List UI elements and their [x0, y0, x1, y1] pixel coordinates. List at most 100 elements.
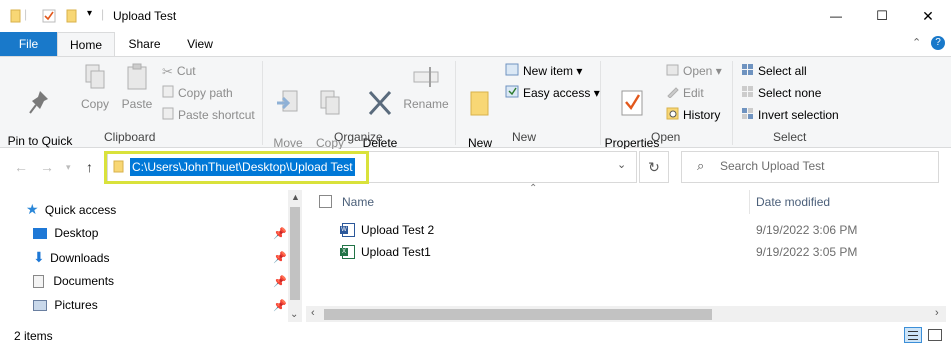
- nav-item-desktop[interactable]: Desktop: [33, 223, 98, 243]
- tab-share[interactable]: Share: [117, 32, 172, 56]
- paste-button[interactable]: Paste: [118, 63, 156, 111]
- file-row[interactable]: X Upload Test1 9/19/2022 3:05 PM: [340, 242, 940, 262]
- new-item-icon: [505, 62, 519, 82]
- copy-button[interactable]: Copy: [78, 63, 112, 111]
- file-list-scroll-thumb[interactable]: [324, 309, 712, 320]
- new-group-label: New: [512, 130, 537, 144]
- large-icons-view-icon[interactable]: [928, 329, 942, 341]
- documents-icon: [33, 275, 44, 289]
- minimize-button[interactable]: —: [813, 0, 859, 32]
- select-all-button[interactable]: Select all: [741, 61, 807, 81]
- new-folder-icon: [461, 76, 499, 120]
- column-divider[interactable]: [749, 190, 750, 214]
- copy-to-button[interactable]: Copy to ▾: [312, 63, 348, 163]
- tab-view[interactable]: View: [175, 32, 225, 56]
- properties-icon: [604, 76, 660, 120]
- file-date: 9/19/2022 3:05 PM: [756, 245, 858, 259]
- close-icon: ✕: [922, 7, 934, 24]
- invert-selection-icon: [741, 106, 754, 126]
- group-divider: [455, 61, 456, 145]
- file-row[interactable]: W Upload Test 2 9/19/2022 3:06 PM: [340, 220, 940, 240]
- select-all-icon: [741, 62, 754, 82]
- select-group-label: Select: [773, 130, 807, 144]
- nav-item-pictures[interactable]: Pictures: [33, 295, 98, 315]
- copy-icon: [78, 63, 112, 94]
- rename-icon: [403, 63, 449, 94]
- pin-icon[interactable]: 📌: [273, 299, 287, 312]
- word-doc-icon: W: [340, 223, 355, 237]
- maximize-icon: ☐: [876, 8, 888, 23]
- select-all-checkbox[interactable]: [319, 195, 332, 208]
- sort-up-icon: ⌃: [529, 183, 538, 194]
- collapse-ribbon-icon[interactable]: ⌃: [912, 36, 921, 49]
- ribbon-tabs: File Home Share View ⌃ ?: [0, 32, 951, 57]
- nav-item-documents[interactable]: Documents: [33, 271, 114, 291]
- paste-shortcut-button[interactable]: Paste shortcut: [162, 105, 255, 125]
- easy-access-button[interactable]: Easy access ▾: [505, 83, 600, 103]
- nav-item-downloads[interactable]: ⬇ Downloads: [33, 247, 109, 267]
- up-arrow-icon[interactable]: ↑: [86, 159, 93, 175]
- tab-home[interactable]: Home: [57, 32, 115, 57]
- paste-shortcut-icon: [162, 106, 174, 126]
- back-arrow-icon[interactable]: ←: [14, 159, 28, 175]
- properties-icon[interactable]: [42, 9, 56, 26]
- edit-button[interactable]: Edit: [666, 83, 704, 103]
- clipboard-group-label: Clipboard: [104, 130, 156, 144]
- copy-path-icon: [162, 84, 174, 104]
- excel-doc-icon: X: [340, 245, 355, 259]
- history-button[interactable]: History: [666, 105, 720, 125]
- download-icon: ⬇: [33, 249, 45, 265]
- select-none-icon: [741, 84, 754, 104]
- help-icon[interactable]: ?: [931, 36, 945, 50]
- recent-locations-icon[interactable]: ▾: [66, 162, 71, 173]
- copy-path-button[interactable]: Copy path: [162, 83, 233, 103]
- new-item-button[interactable]: New item ▾: [505, 61, 582, 81]
- new-folder-button[interactable]: New folder: [461, 63, 499, 163]
- pin-icon[interactable]: 📌: [273, 251, 287, 264]
- forward-arrow-icon[interactable]: →: [40, 159, 54, 175]
- organize-group-label: Organize: [334, 130, 383, 144]
- open-icon: [666, 62, 679, 82]
- cut-button[interactable]: ✂ Cut: [162, 61, 196, 81]
- column-header-name[interactable]: Name: [342, 190, 374, 214]
- pin-icon[interactable]: 📌: [273, 227, 287, 240]
- open-button[interactable]: Open ▾: [666, 61, 722, 81]
- column-header-date-modified[interactable]: Date modified: [756, 190, 830, 214]
- folder-icon[interactable]: [10, 9, 22, 26]
- search-icon: ⌕: [697, 158, 705, 173]
- file-date: 9/19/2022 3:06 PM: [756, 223, 858, 237]
- pin-to-quick-access-button[interactable]: Pin to Quick access: [6, 63, 74, 161]
- new-folder-icon[interactable]: [66, 9, 78, 26]
- refresh-button[interactable]: ↻: [639, 151, 669, 183]
- scroll-up-icon[interactable]: ▲: [291, 192, 300, 202]
- tab-file[interactable]: File: [0, 32, 57, 56]
- delete-button[interactable]: Delete ▾: [360, 63, 400, 163]
- pin-icon: [6, 76, 74, 118]
- scroll-right-icon[interactable]: ›: [935, 307, 939, 319]
- move-to-icon: [270, 76, 306, 120]
- select-none-button[interactable]: Select none: [741, 83, 821, 103]
- group-divider: [732, 61, 733, 145]
- close-button[interactable]: ✕: [905, 0, 951, 32]
- pin-icon[interactable]: 📌: [273, 275, 287, 288]
- move-to-button[interactable]: Move to ▾: [270, 63, 306, 163]
- properties-button[interactable]: Properties ▾: [604, 63, 660, 163]
- copy-to-icon: [312, 76, 348, 120]
- nav-item-quick-access[interactable]: ★ Quick access: [26, 199, 116, 219]
- address-dropdown-icon[interactable]: ⌄: [617, 158, 626, 171]
- easy-access-icon: [505, 84, 519, 104]
- rename-button[interactable]: Rename: [403, 63, 449, 111]
- star-icon: ★: [26, 201, 39, 217]
- address-highlight-box: [104, 151, 369, 184]
- search-input[interactable]: Search Upload Test: [720, 159, 825, 173]
- chevron-down-icon[interactable]: ▾: [87, 8, 92, 19]
- minimize-icon: —: [830, 9, 842, 23]
- details-view-icon[interactable]: [904, 327, 922, 343]
- scroll-left-icon[interactable]: ‹: [311, 307, 315, 319]
- maximize-button[interactable]: ☐: [859, 0, 905, 32]
- invert-selection-button[interactable]: Invert selection: [741, 105, 839, 125]
- nav-pane-scroll-thumb[interactable]: [290, 207, 300, 300]
- file-name: Upload Test 2: [361, 223, 435, 237]
- scroll-down-icon[interactable]: ⌄: [290, 309, 298, 320]
- file-name: Upload Test1: [361, 245, 431, 259]
